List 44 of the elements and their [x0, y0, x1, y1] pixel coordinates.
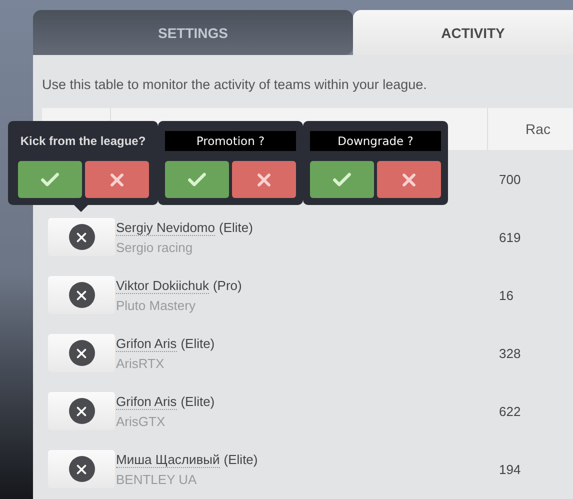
team-name: Pluto Mastery	[116, 298, 196, 312]
team-name: ArisGTX	[116, 414, 166, 428]
close-icon	[68, 398, 94, 424]
race-count: 328	[499, 346, 521, 360]
popover-question: Kick from the league?	[20, 133, 146, 150]
player-link[interactable]: Grifon Aris	[116, 394, 177, 410]
player-link[interactable]: Sergiy Nevidomo	[116, 220, 215, 236]
column-header: Rac	[526, 121, 550, 137]
confirm-button[interactable]	[18, 161, 82, 198]
team-name: ArisRTX	[116, 356, 166, 370]
rank-text: (Elite)	[180, 336, 215, 352]
confirm-button[interactable]	[165, 161, 229, 198]
race-count: 16	[499, 288, 514, 302]
player-link[interactable]: Миша Щасливый	[116, 452, 220, 468]
rank-text: (Elite)	[224, 452, 258, 468]
remove-button[interactable]	[48, 450, 115, 488]
description-text: Use this table to monitor the activity of teams within your league.	[42, 77, 428, 94]
remove-button[interactable]	[48, 392, 115, 430]
team-name: BENTLEY UA	[116, 472, 198, 486]
rank-text: (Elite)	[180, 394, 215, 410]
cancel-button[interactable]	[377, 161, 441, 198]
remove-button[interactable]	[48, 276, 115, 314]
close-icon	[68, 282, 94, 308]
rank-text: (Elite)	[219, 220, 253, 236]
player-link[interactable]: Grifon Aris	[116, 336, 177, 352]
rank-text: (Pro)	[212, 278, 242, 294]
team-name: Sergio racing	[116, 240, 194, 254]
cancel-button[interactable]	[84, 161, 148, 198]
close-icon	[68, 224, 94, 250]
popover-question: Downgrade ?	[310, 131, 441, 151]
remove-button[interactable]	[48, 334, 115, 372]
remove-button[interactable]	[48, 218, 115, 256]
tab[interactable]: ACTIVITY	[353, 10, 573, 55]
close-icon	[68, 340, 94, 366]
race-count: 622	[499, 404, 521, 418]
confirm-button[interactable]	[310, 161, 374, 198]
close-icon	[68, 456, 94, 482]
popover-question: Promotion ?	[165, 131, 296, 151]
race-count: 194	[499, 462, 521, 476]
player-link[interactable]: Viktor Dokiichuk	[116, 278, 209, 294]
race-count: 619	[499, 230, 521, 244]
race-count: 700	[499, 172, 521, 186]
cancel-button[interactable]	[232, 161, 296, 198]
tab[interactable]: SETTINGS	[33, 10, 353, 55]
